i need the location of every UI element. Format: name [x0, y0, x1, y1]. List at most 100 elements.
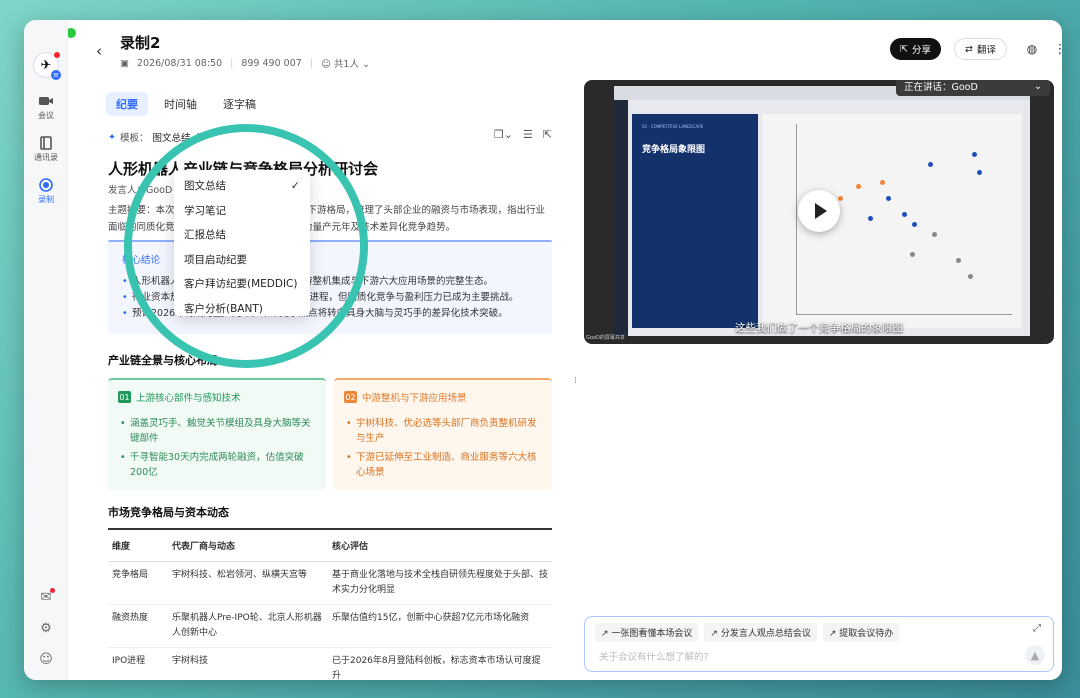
chart-point: [838, 196, 843, 201]
dropdown-item[interactable]: 客户拜访纪要(MEDDIC): [174, 272, 310, 297]
summary-panel: 纪要 时间轴 逐字稿 ✦ 模板： 图文总结 ⌃ ❐⌄ ☰ ⇱ 人形机器人产业链与…: [86, 80, 552, 680]
dropdown-item[interactable]: 汇报总结: [174, 223, 310, 248]
chart-axis: [796, 124, 797, 314]
suggestion-chip[interactable]: ↗ 提取会议待办: [822, 623, 900, 642]
notification-dot: [54, 52, 60, 58]
sidebar-item-meeting[interactable]: 会议: [24, 94, 68, 121]
card-upstream: 01 上游核心部件与感知技术 涵盖灵巧手、触觉关节模组及具身大脑等关键部件 千寻智…: [108, 378, 326, 490]
speaking-label: 正在讲话：GooD: [904, 82, 978, 93]
table-header: 维度: [108, 528, 168, 562]
table-cell: 乐聚机器人Pre-IPO轮、北京人形机器人创新中心: [168, 604, 328, 648]
chart-point: [956, 258, 961, 263]
chart-axis: [796, 314, 1012, 315]
copy-icon[interactable]: ❐⌄: [494, 128, 513, 141]
sidebar-item-contacts[interactable]: 通讯录: [24, 136, 68, 163]
divider: |: [230, 57, 234, 69]
dropdown-item[interactable]: 项目启动纪要: [174, 248, 310, 273]
table-cell: 宇树科技、松岩领河、纵横天宫等: [168, 561, 328, 605]
translate-button[interactable]: ⇄ 翻译: [954, 38, 1007, 60]
card-list: 涵盖灵巧手、触觉关节模组及具身大脑等关键部件 千寻智能30天内完成两轮融资，估值…: [120, 416, 316, 484]
speaking-indicator[interactable]: 正在讲话：GooD ⌄: [896, 80, 1050, 96]
sidebar: ✈ ≡ 会议 通讯录 录制 ✉ ⚙ ☺: [24, 20, 68, 680]
settings-icon[interactable]: ⚙: [24, 621, 68, 636]
header: ‹ 录制2 ▣ 2026/08/31 08:50 | 899 490 007 |…: [68, 20, 1062, 80]
dropdown-item-label: 图文总结: [184, 180, 226, 192]
table-header: 核心评估: [328, 528, 552, 562]
table-row: 融资热度 乐聚机器人Pre-IPO轮、北京人形机器人创新中心 乐聚估值约15亿，…: [108, 604, 552, 648]
chip-label: 提取会议待办: [839, 629, 894, 639]
suggestion-chip[interactable]: ↗ 一张图看懂本场会议: [595, 623, 699, 642]
play-button[interactable]: [798, 190, 840, 232]
tabs: 纪要 时间轴 逐字稿: [106, 92, 266, 116]
share-button[interactable]: ⇱ 分享: [890, 38, 941, 60]
sidebar-item-record[interactable]: 录制: [24, 178, 68, 205]
meeting-date: 2026/08/31 08:50: [136, 57, 223, 69]
template-dropdown: 图文总结 ✓ 学习笔记 汇报总结 项目启动纪要 客户拜访纪要(MEDDIC) 客户…: [174, 170, 310, 316]
card-number: 02: [344, 391, 357, 403]
panel-splitter[interactable]: ⁞: [574, 376, 577, 386]
record-icon: [39, 178, 53, 192]
sidebar-item-label: 录制: [38, 195, 54, 204]
doc-speaker: 发言人：GooD: [108, 185, 173, 196]
divider: |: [309, 57, 313, 69]
chart-point: [932, 232, 937, 237]
mail-icon[interactable]: ✉: [24, 588, 68, 605]
globe-icon[interactable]: ◍: [1020, 38, 1044, 60]
video-icon: [39, 97, 53, 105]
share-icon: ⇱: [900, 43, 908, 55]
badge-icon: ≡: [51, 70, 61, 80]
user-icon[interactable]: ☺: [24, 652, 68, 667]
chat-input[interactable]: 关于会议有什么想了解的?: [599, 649, 709, 663]
card-list: 宇树科技、优必选等头部厂商负责整机研发与生产 下游已延伸至工业制造、商业服务等六…: [346, 416, 542, 484]
table-cell: 竞争格局: [108, 561, 168, 605]
more-icon[interactable]: ⋮: [1050, 38, 1063, 60]
table-cell: 已于2026年8月登陆科创板，标志资本市场认可度提升: [328, 647, 552, 680]
suggestion-chips: ↗ 一张图看懂本场会议 ↗ 分发言人观点总结会议 ↗ 提取会议待办: [595, 623, 900, 642]
sparkle-icon: ✦: [108, 131, 116, 143]
card-midstream: 02 中游整机与下游应用场景 宇树科技、优必选等头部厂商负责整机研发与生产 下游已…: [334, 378, 552, 490]
participants-count: 共1人: [333, 59, 359, 70]
card-header: 02 中游整机与下游应用场景: [344, 390, 467, 404]
browser-sidebar: [614, 100, 628, 336]
competition-table: 维度 代表厂商与动态 核心评估 竞争格局 宇树科技、松岩领河、纵横天宫等 基于商…: [108, 528, 552, 680]
chart-point: [972, 152, 977, 157]
open-external-icon[interactable]: ⇱: [543, 128, 552, 141]
chart-point: [856, 184, 861, 189]
template-selector[interactable]: ✦ 模板： 图文总结 ⌃: [108, 130, 202, 145]
ai-chat-box: ↗ 一张图看懂本场会议 ↗ 分发言人观点总结会议 ↗ 提取会议待办 ⤢ 关于会议…: [584, 616, 1054, 672]
tab-transcript[interactable]: 逐字稿: [213, 92, 266, 116]
table-cell: 基于商业化落地与技术全栈自研领先程度处于头部、技术实力分化明显: [328, 561, 552, 605]
participants-dropdown[interactable]: ☺ 共1人 ⌄: [321, 56, 370, 70]
back-button[interactable]: ‹: [88, 40, 110, 62]
video-player[interactable]: 02 · COMPETITIVE LANDSCAPE 竞争格局象限图 这些我们做…: [584, 80, 1054, 344]
dropdown-item[interactable]: 图文总结 ✓: [174, 174, 310, 199]
meeting-id: 899 490 007: [241, 57, 302, 69]
send-button[interactable]: ▲: [1025, 645, 1045, 665]
dropdown-item[interactable]: 学习笔记: [174, 199, 310, 224]
contacts-icon: [40, 136, 52, 150]
suggestion-chip[interactable]: ↗ 分发言人观点总结会议: [704, 623, 817, 642]
chart-point: [880, 180, 885, 185]
section-title: 产业链全景与核心布局: [108, 354, 218, 367]
expand-icon[interactable]: ⤢: [1033, 623, 1041, 634]
app-window: ✈ ≡ 会议 通讯录 录制 ✉ ⚙ ☺ ‹ 录制2 ▣ 2026/08/31 08…: [24, 20, 1062, 680]
meeting-meta: ▣ 2026/08/31 08:50 | 899 490 007 | ☺ 共1人…: [120, 56, 370, 71]
table-header: 代表厂商与动态: [168, 528, 328, 562]
table-cell: 乐聚估值约15亿，创新中心获超7亿元市场化融资: [328, 604, 552, 648]
dropdown-item[interactable]: 客户分析(BANT): [174, 297, 310, 322]
tab-timeline[interactable]: 时间轴: [154, 92, 207, 116]
share-label: 分享: [911, 45, 931, 56]
tab-summary[interactable]: 纪要: [106, 92, 148, 116]
note-icon[interactable]: ☰: [523, 128, 533, 141]
card-title: 中游整机与下游应用场景: [362, 393, 467, 404]
avatar[interactable]: ✈ ≡: [33, 52, 61, 80]
chart-point: [977, 170, 982, 175]
check-icon: ✓: [290, 179, 300, 192]
translate-label: 翻译: [976, 45, 996, 56]
video-subtitle: 这些我们做了一个竞争格局的象限图: [735, 322, 903, 334]
table-row: 竞争格局 宇树科技、松岩领河、纵横天宫等 基于商业化落地与技术全栈自研领先程度处…: [108, 561, 552, 605]
list-item: 千寻智能30天内完成两轮融资，估值突破200亿: [120, 450, 316, 480]
core-label: 核心结论: [122, 255, 161, 266]
list-item: 宇树科技、优必选等头部厂商负责整机研发与生产: [346, 416, 542, 446]
chart-point: [902, 212, 907, 217]
